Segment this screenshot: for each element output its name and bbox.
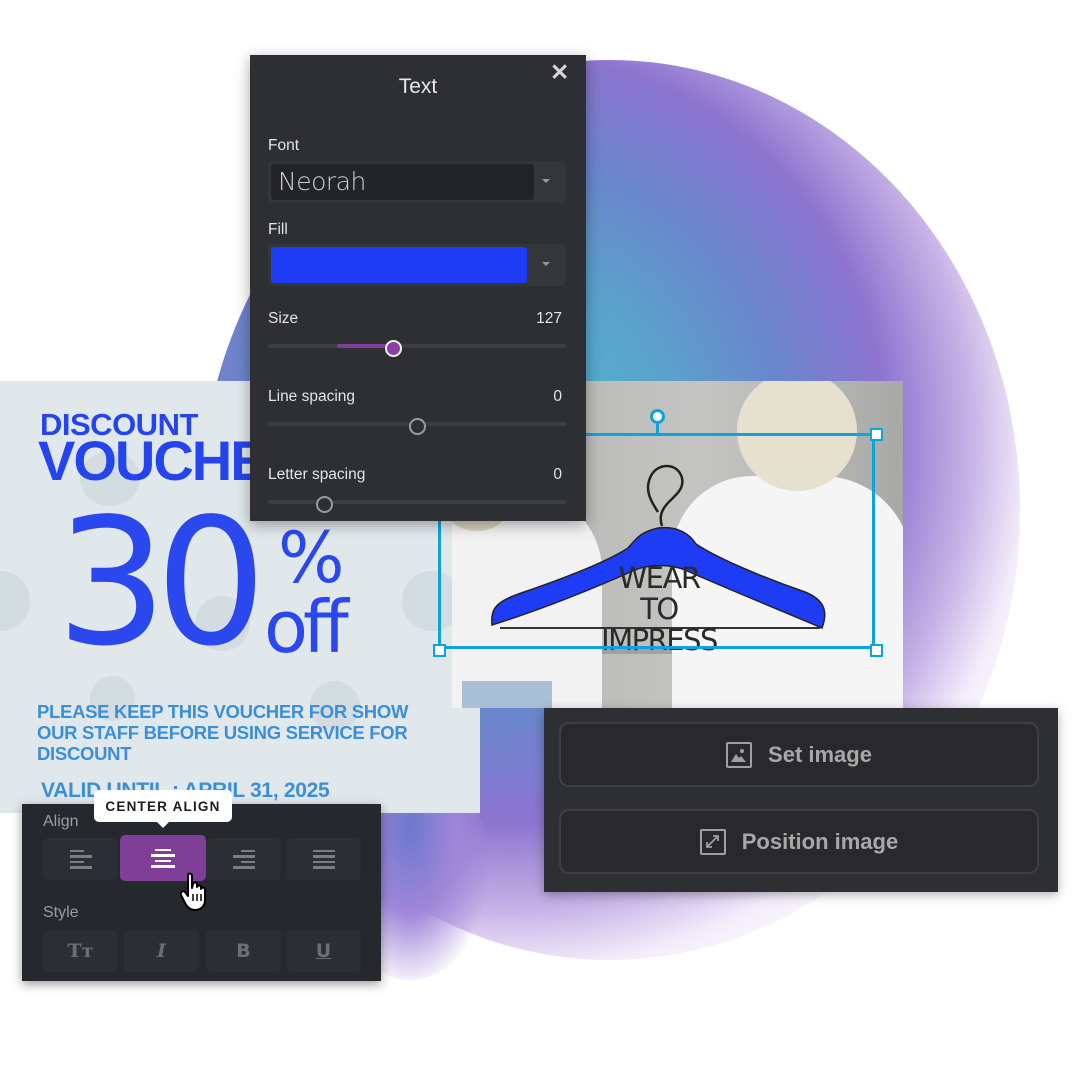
- align-right-button[interactable]: [206, 838, 281, 880]
- resize-arrows-icon: [699, 828, 726, 855]
- position-image-button[interactable]: Position image: [559, 809, 1039, 874]
- fill-color-swatch[interactable]: [271, 247, 527, 283]
- chevron-down-icon[interactable]: [542, 262, 550, 266]
- size-value: 127: [536, 310, 562, 327]
- size-slider-handle[interactable]: [384, 339, 402, 357]
- align-left-button[interactable]: [43, 838, 118, 880]
- line-spacing-slider-handle[interactable]: [408, 417, 426, 435]
- bold-button[interactable]: B: [206, 930, 281, 972]
- fill-dropdown[interactable]: [268, 244, 566, 286]
- letter-spacing-value: 0: [553, 466, 562, 483]
- italic-button[interactable]: I: [124, 930, 199, 972]
- underline-button[interactable]: U: [286, 930, 361, 972]
- resize-handle-bottom-left[interactable]: [433, 644, 446, 657]
- text-properties-panel: Text ✕ Font Neorah Fill Size 127 Line sp…: [250, 55, 586, 521]
- set-image-label: Set image: [768, 741, 872, 767]
- rotation-handle[interactable]: [650, 409, 665, 424]
- line-spacing-slider[interactable]: [268, 417, 566, 435]
- hand-pointer-cursor-icon: [179, 872, 206, 911]
- fill-label: Fill: [268, 221, 288, 238]
- close-icon[interactable]: ✕: [550, 59, 569, 86]
- align-justify-button[interactable]: [286, 838, 361, 880]
- italic-icon: I: [157, 940, 166, 962]
- font-value: Neorah: [271, 164, 534, 200]
- center-align-tooltip: CENTER ALIGN: [94, 790, 232, 822]
- underline-icon: U: [315, 940, 332, 962]
- voucher-off-text: off: [264, 585, 349, 669]
- align-left-icon: [69, 849, 92, 869]
- set-image-button[interactable]: Set image: [559, 722, 1039, 787]
- line-spacing-label: Line spacing: [268, 388, 356, 405]
- image-icon: [726, 741, 753, 768]
- voucher-instructions: PLEASE KEEP THIS VOUCHER FOR SHOW OUR ST…: [37, 701, 409, 764]
- letter-spacing-label: Letter spacing: [268, 466, 366, 483]
- align-justify-icon: [312, 849, 335, 869]
- position-image-label: Position image: [741, 828, 899, 854]
- tooltip-arrow: [157, 822, 169, 828]
- align-center-icon: [151, 848, 175, 868]
- resize-handle-top-right[interactable]: [870, 428, 883, 441]
- size-label: Size: [268, 310, 299, 327]
- style-label: Style: [43, 904, 79, 921]
- line-spacing-value: 0: [553, 388, 562, 405]
- voucher-percent-sign: %: [278, 517, 345, 599]
- bold-icon: B: [236, 940, 251, 962]
- voucher-discount-number: 30: [56, 482, 267, 685]
- font-label: Font: [268, 137, 300, 154]
- letter-spacing-slider[interactable]: [268, 495, 566, 513]
- panel-title: Text: [398, 75, 438, 98]
- photo-detail: [462, 681, 552, 708]
- image-actions-panel: Set image Position image: [544, 708, 1058, 892]
- text-transform-icon: Tт: [67, 940, 94, 962]
- letter-spacing-slider-handle[interactable]: [316, 495, 334, 513]
- chevron-down-icon[interactable]: [542, 179, 550, 183]
- font-dropdown[interactable]: Neorah: [268, 161, 566, 203]
- text-transform-button[interactable]: Tт: [43, 930, 118, 972]
- resize-handle-bottom-right[interactable]: [870, 644, 883, 657]
- decorative-blob: [0, 571, 30, 631]
- align-label: Align: [43, 813, 79, 830]
- size-slider[interactable]: [268, 339, 566, 357]
- align-right-icon: [232, 849, 255, 869]
